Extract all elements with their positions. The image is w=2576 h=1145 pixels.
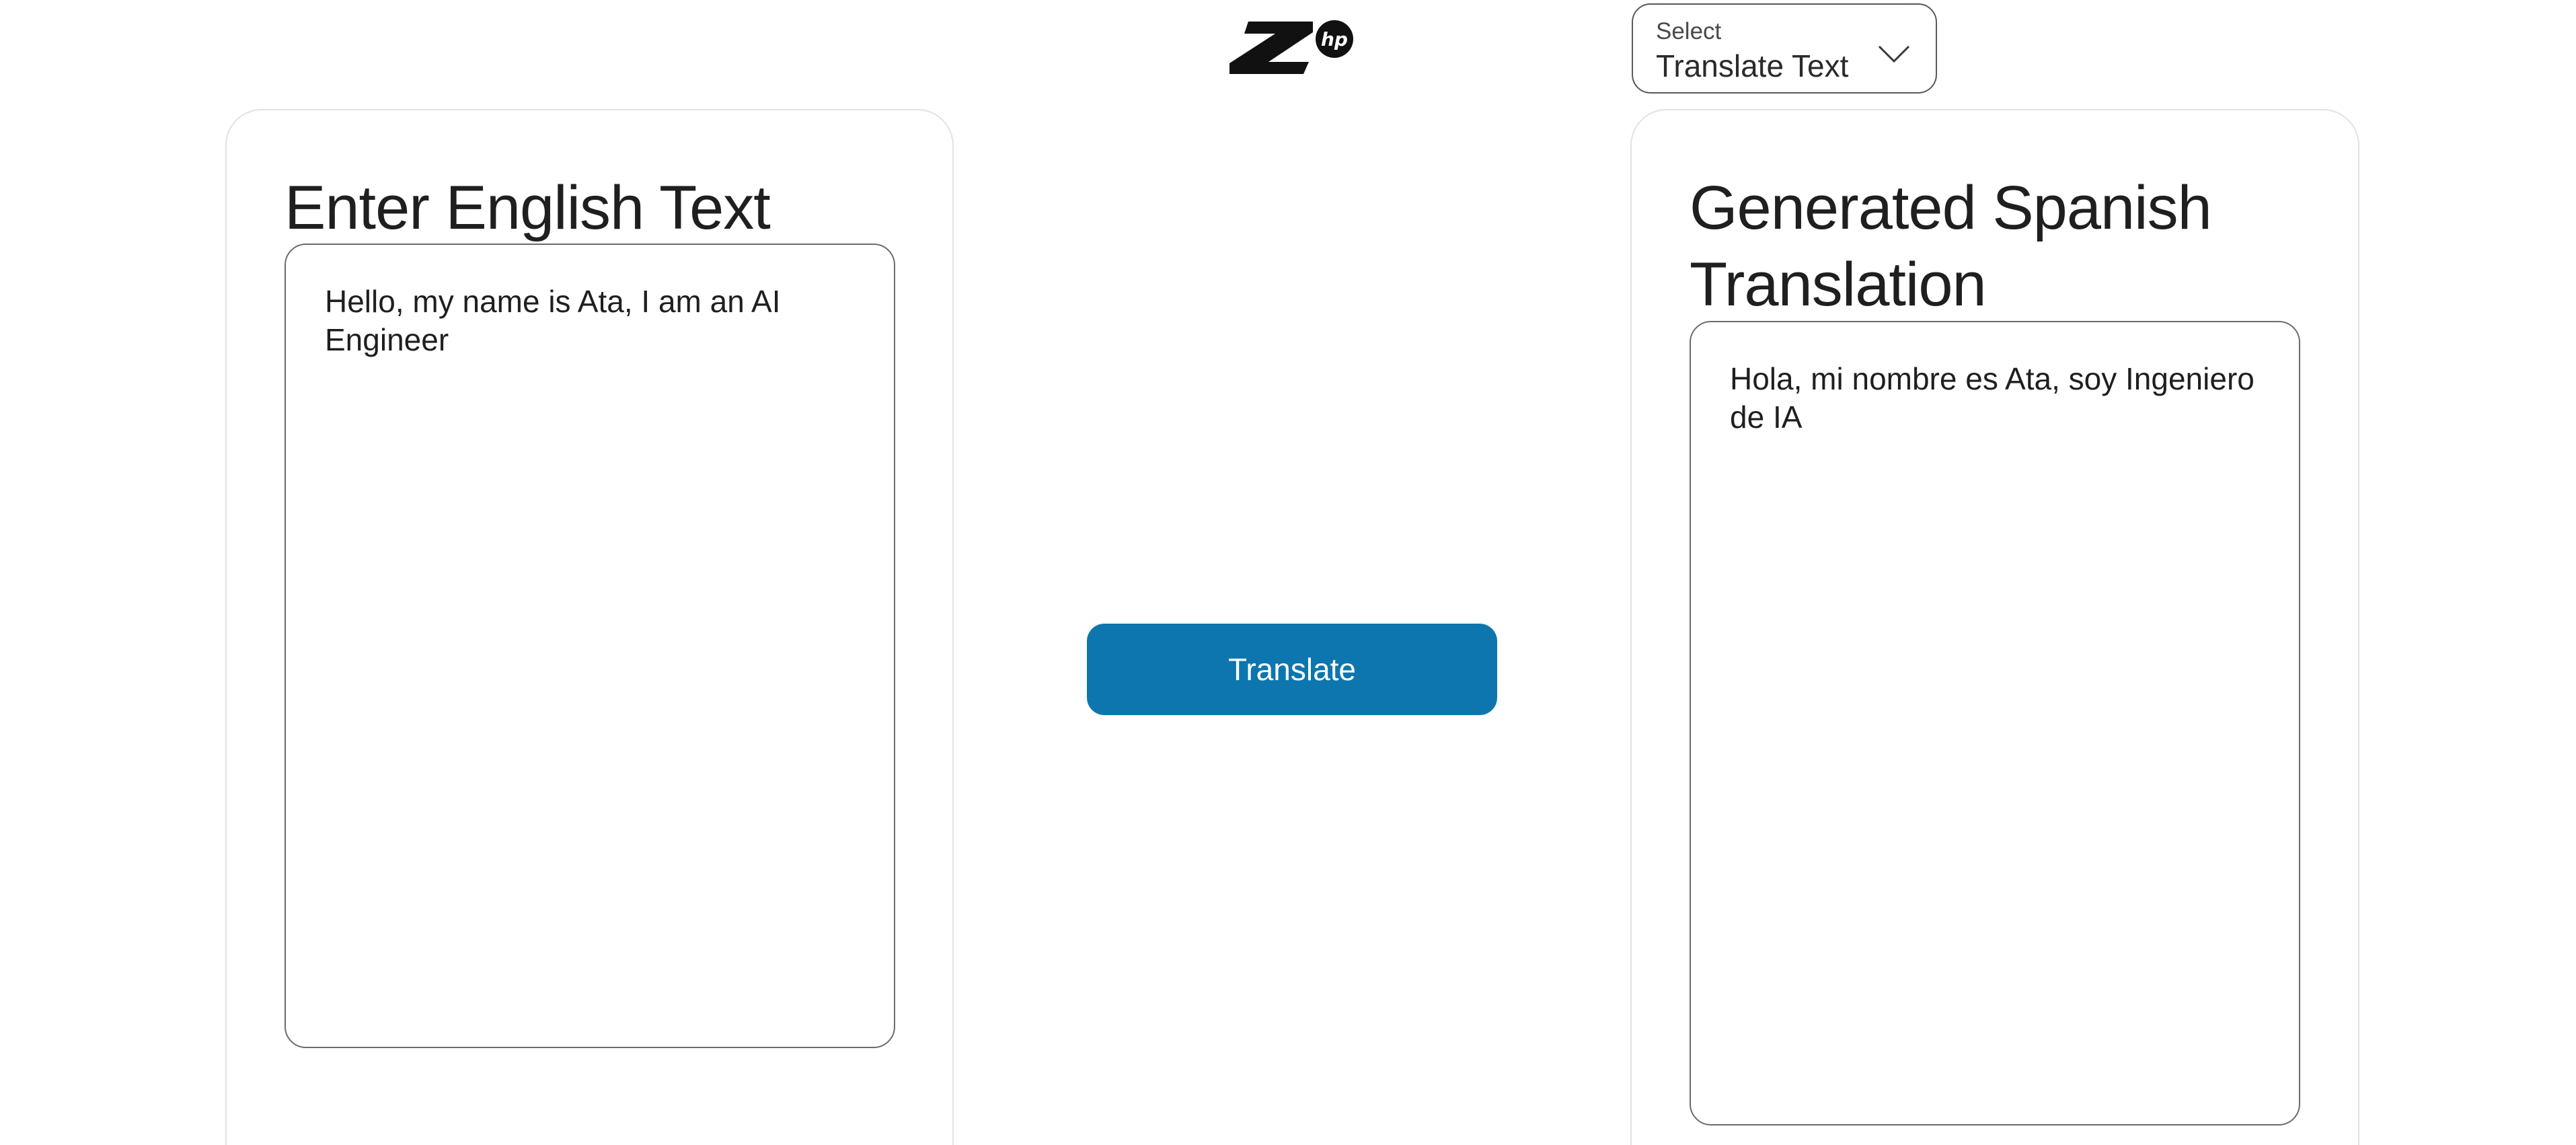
spanish-translation-output[interactable]: Hola, mi nombre es Ata, soy Ingeniero de…: [1690, 321, 2300, 1125]
mode-select[interactable]: Select Translate Text: [1632, 3, 1937, 94]
input-panel: Enter English Text Hello, my name is Ata…: [225, 109, 954, 1145]
input-panel-title: Enter English Text: [285, 174, 771, 242]
select-label: Select: [1656, 18, 1722, 44]
chevron-down-icon[interactable]: [1877, 36, 1911, 71]
svg-text:hp: hp: [1321, 28, 1348, 50]
hp-z-logo-icon: hp: [1229, 17, 1356, 78]
output-panel-title: Generated Spanish Translation: [1690, 174, 2212, 319]
translate-button[interactable]: Translate: [1087, 624, 1497, 715]
select-value: Translate Text: [1656, 48, 1849, 83]
output-panel: Generated Spanish Translation Hola, mi n…: [1630, 109, 2359, 1145]
english-text-input[interactable]: Hello, my name is Ata, I am an AI Engine…: [285, 244, 895, 1048]
